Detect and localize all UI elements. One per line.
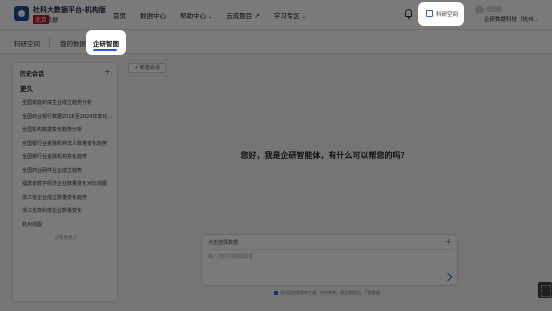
- history-item[interactable]: 全国机构数据变化趋势分析: [22, 124, 116, 138]
- tabs-bar: 科研空间 我的数据 企研智图: [0, 30, 552, 54]
- sidebar-group-label: 更久: [20, 85, 33, 93]
- tab-divider: [49, 38, 50, 47]
- tab-my-data[interactable]: 我的数据: [60, 38, 86, 48]
- space-icon: [426, 10, 433, 17]
- history-item[interactable]: 全国家庭的体生业成立趋势分析: [22, 97, 116, 111]
- highlighted-research-space-button[interactable]: 科研空间: [418, 2, 464, 26]
- nav-learning-zone[interactable]: 学习专区 ⌄: [274, 10, 306, 20]
- history-item[interactable]: 杭州线图: [22, 219, 116, 233]
- select-data-button[interactable]: 点击选择数据: [208, 239, 238, 246]
- history-item[interactable]: 福建省数字经济企业数量变化对比线图: [22, 178, 116, 192]
- nav-help-center[interactable]: 帮助中心 ⌄: [180, 10, 212, 20]
- highlighted-tab-qiyan-zhitu[interactable]: 企研智图: [86, 30, 126, 55]
- info-icon: [274, 291, 278, 295]
- history-item[interactable]: 全国商业网件业企成立趋势: [22, 165, 116, 179]
- nav-home[interactable]: 首页: [113, 10, 126, 20]
- top-navbar: 社科大数据平台-机构版 北京 数据 首页 数据中心 帮助中心 ⌄ 云成题目 ↗ 学…: [0, 0, 552, 30]
- user-name[interactable]: 企研数据科技（杭州...: [484, 15, 539, 23]
- divider: [206, 249, 453, 250]
- tab-research-space[interactable]: 科研空间: [14, 38, 40, 48]
- new-chat-button[interactable]: + 新建会话: [128, 63, 166, 73]
- avatar[interactable]: [475, 5, 484, 14]
- main-nav: 首页 数据中心 帮助中心 ⌄ 云成题目 ↗ 学习专区 ⌄: [113, 10, 320, 20]
- chat-input[interactable]: 输入你的问题或需求: [208, 253, 253, 260]
- sidebar-title: 历史会话: [20, 71, 45, 78]
- history-item[interactable]: 全国银行业金融机构法人数量变化趋势: [22, 138, 116, 152]
- nav-cloud-topics[interactable]: 云成题目 ↗: [226, 10, 260, 20]
- chevron-down-icon: ⌄: [301, 14, 306, 20]
- disclaimer: 该内容由智能体生成，仅供参考，请注意甄别。了解数据: [274, 290, 380, 296]
- user-id-redacted: [486, 6, 502, 12]
- chevron-down-icon: ⌄: [208, 14, 213, 20]
- brand-badge-suffix: 数据: [46, 17, 59, 24]
- send-icon[interactable]: [443, 272, 453, 282]
- history-list: 全国家庭的体生业成立趋势分析 全国商业银行数据2016至2024年变化... 全…: [22, 97, 116, 232]
- history-sidebar: 历史会话 + 更久 全国家庭的体生业成立趋势分析 全国商业银行数据2016至20…: [12, 62, 118, 302]
- history-item[interactable]: 浙江省企业成立数量变化趋势: [22, 192, 116, 206]
- active-tab-underline: [93, 49, 117, 51]
- brand-title: 社科大数据平台-机构版: [33, 6, 106, 14]
- bell-icon[interactable]: [405, 9, 412, 19]
- logo-icon: [14, 6, 29, 21]
- nav-data-center[interactable]: 数据中心: [140, 10, 166, 20]
- floating-widget-icon[interactable]: [538, 282, 552, 298]
- no-more-text: 没有更多了: [54, 236, 78, 241]
- greeting-text: 您好，我是企研智能体，有什么可以帮您的吗？: [240, 151, 409, 160]
- history-item[interactable]: 浙江省高科技企业数量变化: [22, 205, 116, 219]
- history-item[interactable]: 全国商业银行数据2016至2024年变化...: [22, 111, 116, 125]
- add-icon[interactable]: +: [104, 67, 111, 76]
- chat-input-box[interactable]: 点击选择数据 + 输入你的问题或需求: [201, 234, 458, 286]
- app-page: 社科大数据平台-机构版 北京 数据 首页 数据中心 帮助中心 ⌄ 云成题目 ↗ 学…: [0, 0, 552, 311]
- add-icon[interactable]: +: [445, 237, 452, 246]
